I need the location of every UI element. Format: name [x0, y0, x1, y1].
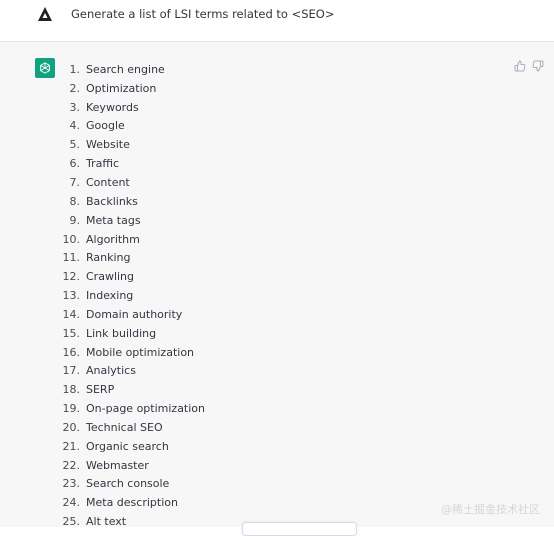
list-item-number: 10.	[62, 232, 81, 246]
list-item-label: Link building	[86, 326, 157, 340]
list-item-label: Crawling	[86, 270, 135, 284]
list-item-number: 13.	[62, 289, 81, 303]
list-item-number: 4.	[69, 119, 81, 133]
thumbs-down-icon[interactable]	[532, 60, 544, 72]
list-item-label: Mobile optimization	[86, 345, 195, 359]
list-item-label: On-page optimization	[86, 402, 206, 416]
list-item: 13. Indexing	[60, 286, 205, 305]
list-item-label: Analytics	[86, 364, 136, 378]
list-item-number: 5.	[69, 138, 81, 152]
list-item: 15. Link building	[60, 324, 205, 343]
list-item: 23. Search console	[60, 475, 205, 494]
list-item-label: Algorithm	[86, 232, 140, 246]
list-item: 6. Traffic	[60, 154, 205, 173]
list-item: 12. Crawling	[60, 267, 205, 286]
openai-logo-icon	[40, 62, 50, 74]
list-item-label: Google	[86, 119, 125, 133]
list-item-number: 7.	[69, 175, 81, 189]
list-item: 4. Google	[60, 117, 205, 136]
list-item-label: Website	[86, 138, 130, 152]
list-item: 21. Organic search	[60, 437, 205, 456]
list-item-label: SERP	[86, 383, 115, 397]
list-item-number: 6.	[69, 157, 81, 171]
list-item-number: 20.	[62, 420, 81, 434]
list-item-label: Organic search	[86, 439, 169, 453]
list-item-label: Indexing	[86, 289, 134, 303]
list-item-number: 21.	[62, 439, 81, 453]
list-item-number: 16.	[62, 345, 81, 359]
list-item-label: Domain authority	[86, 307, 183, 321]
list-item: 8. Backlinks	[60, 192, 205, 211]
list-item: 24. Meta description	[60, 493, 205, 512]
list-item: 18. SERP	[60, 380, 205, 399]
list-item-label: Optimization	[86, 81, 157, 95]
list-item: 14. Domain authority	[60, 305, 205, 324]
list-item-number: 1.	[69, 62, 81, 76]
list-item-label: Webmaster	[86, 458, 149, 472]
assistant-message-row: 1. Search engine 2. Optimization 3. Keywords 4…	[0, 42, 554, 528]
feedback-buttons	[514, 60, 544, 72]
list-item: 11. Ranking	[60, 248, 205, 267]
list-item: 2. Optimization	[60, 79, 205, 98]
list-item-number: 2.	[69, 81, 81, 95]
list-item-label: Alt text	[86, 515, 127, 529]
regenerate-response-button[interactable]	[242, 522, 357, 536]
list-item: 17. Analytics	[60, 362, 205, 381]
list-item-label: Meta description	[86, 496, 178, 510]
list-item: 19. On-page optimization	[60, 399, 206, 418]
list-item: 5. Website	[60, 135, 205, 154]
list-item: 1. Search engine	[60, 60, 205, 79]
assistant-avatar	[35, 58, 55, 78]
list-item-label: Traffic	[86, 157, 120, 171]
list-item-number: 11.	[62, 251, 81, 265]
list-item-number: 15.	[62, 326, 81, 340]
list-item-label: Technical SEO	[86, 420, 163, 434]
list-item-number: 18.	[62, 383, 81, 397]
list-item-label: Keywords	[86, 100, 139, 114]
list-item-label: Backlinks	[86, 194, 138, 208]
list-item: 16. Mobile optimization	[60, 343, 205, 362]
list-item: 10. Algorithm	[60, 230, 205, 249]
list-item: 3. Keywords	[60, 98, 205, 117]
list-item-number: 23.	[62, 477, 81, 491]
list-item: 9. Meta tags	[60, 211, 205, 230]
list-item-label: Content	[86, 175, 130, 189]
watermark-text: @稀土掘金技术社区	[441, 503, 540, 516]
list-item-label: Search console	[86, 477, 170, 491]
list-item-number: 8.	[69, 194, 81, 208]
list-item-number: 24.	[62, 496, 81, 510]
list-item-number: 19.	[62, 402, 81, 416]
list-item-number: 25.	[62, 515, 81, 529]
list-item-number: 9.	[69, 213, 81, 227]
list-item: 7. Content	[60, 173, 205, 192]
list-item-number: 12.	[62, 270, 81, 284]
list-item: 25. Alt text	[60, 512, 205, 531]
list-item-number: 3.	[69, 100, 81, 114]
list-item: 22. Webmaster	[60, 456, 205, 475]
list-item-number: 22.	[62, 458, 81, 472]
list-item: 20. Technical SEO	[60, 418, 205, 437]
user-avatar-triangle-icon	[38, 7, 52, 21]
user-message-row: Generate a list of LSI terms related to …	[0, 0, 554, 42]
user-prompt-text: Generate a list of LSI terms related to …	[71, 7, 335, 21]
list-item-number: 14.	[62, 307, 81, 321]
lsi-terms-list: 1. Search engine 2. Optimization 3. Keywords 4…	[60, 60, 206, 531]
list-item-label: Search engine	[86, 62, 165, 76]
thumbs-up-icon[interactable]	[514, 60, 526, 72]
list-item-number: 17.	[62, 364, 81, 378]
list-item-label: Meta tags	[86, 213, 141, 227]
list-item-label: Ranking	[86, 251, 131, 265]
